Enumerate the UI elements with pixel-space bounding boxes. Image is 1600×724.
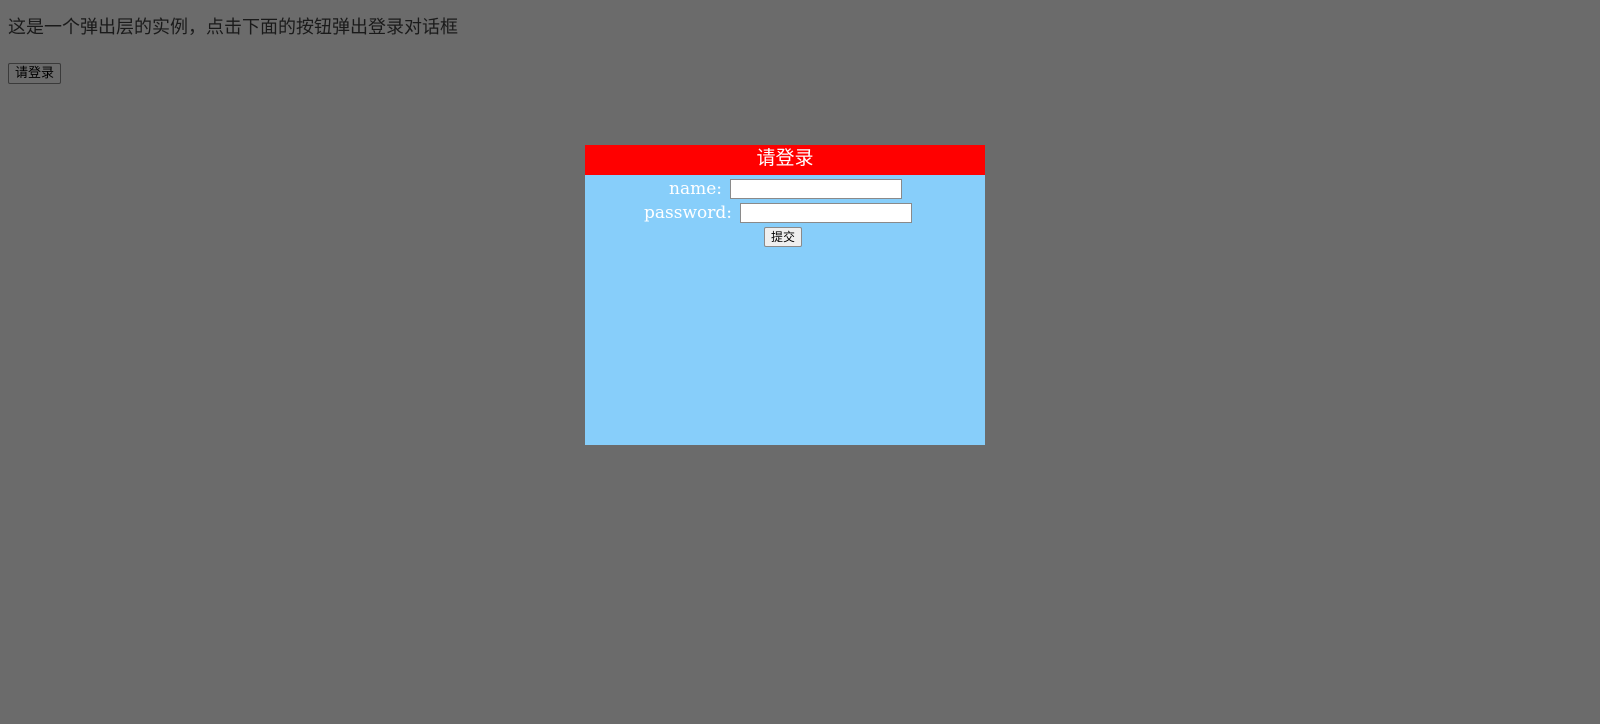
login-dialog: 请登录 name: password: 提交 xyxy=(585,145,985,445)
page-overlay: 这是一个弹出层的实例，点击下面的按钮弹出登录对话框 请登录 请登录 name: … xyxy=(0,0,1600,724)
open-login-button[interactable]: 请登录 xyxy=(8,63,62,84)
submit-button[interactable]: 提交 xyxy=(764,227,803,247)
name-label: name: xyxy=(669,179,722,199)
password-label: password: xyxy=(644,203,732,223)
password-row: password: xyxy=(644,203,912,223)
dialog-title: 请登录 xyxy=(585,145,985,175)
name-input[interactable] xyxy=(730,179,902,199)
name-row: name: xyxy=(669,179,902,199)
intro-text: 这是一个弹出层的实例，点击下面的按钮弹出登录对话框 xyxy=(8,17,458,38)
password-input[interactable] xyxy=(740,203,912,223)
